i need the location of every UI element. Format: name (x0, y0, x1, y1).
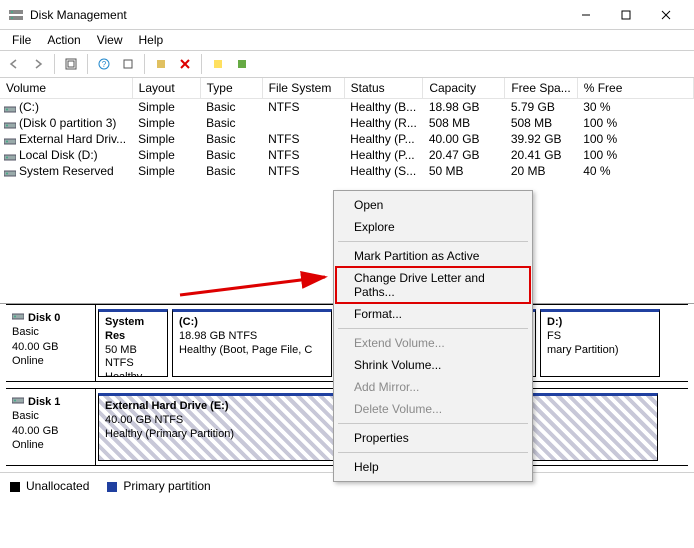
col-volume[interactable]: Volume (0, 78, 132, 99)
drive-icon (4, 135, 16, 145)
table-row[interactable]: External Hard Driv...SimpleBasicNTFSHeal… (0, 131, 694, 147)
col-fs[interactable]: File System (262, 78, 344, 99)
action-icon[interactable] (151, 54, 171, 74)
ctx-delete: Delete Volume... (336, 398, 530, 420)
disk-info[interactable]: Disk 1Basic40.00 GBOnline (6, 389, 96, 465)
drive-icon (4, 151, 16, 161)
disk-icon (12, 311, 24, 325)
ctx-shrink[interactable]: Shrink Volume... (336, 354, 530, 376)
partition[interactable]: System Res50 MB NTFSHealthy (Sys (98, 309, 168, 377)
ctx-properties[interactable]: Properties (336, 427, 530, 449)
col-type[interactable]: Type (200, 78, 262, 99)
table-row[interactable]: Local Disk (D:)SimpleBasicNTFSHealthy (P… (0, 147, 694, 163)
ctx-explore[interactable]: Explore (336, 216, 530, 238)
col-layout[interactable]: Layout (132, 78, 200, 99)
col-capacity[interactable]: Capacity (423, 78, 505, 99)
back-icon[interactable] (4, 54, 24, 74)
col-free[interactable]: Free Spa... (505, 78, 577, 99)
table-row[interactable]: (C:)SimpleBasicNTFSHealthy (B...18.98 GB… (0, 99, 694, 116)
drive-icon (4, 119, 16, 129)
properties-icon[interactable] (232, 54, 252, 74)
menu-action[interactable]: Action (39, 31, 88, 49)
context-menu: Open Explore Mark Partition as Active Ch… (333, 190, 533, 482)
column-headers[interactable]: Volume Layout Type File System Status Ca… (0, 78, 694, 99)
settings-icon[interactable] (118, 54, 138, 74)
table-row[interactable]: (Disk 0 partition 3)SimpleBasicHealthy (… (0, 115, 694, 131)
refresh-icon[interactable] (61, 54, 81, 74)
app-icon (8, 7, 24, 23)
toolbar: ? (0, 50, 694, 78)
ctx-format[interactable]: Format... (336, 303, 530, 325)
delete-icon[interactable] (175, 54, 195, 74)
legend-primary: Primary partition (107, 479, 210, 493)
disk-info[interactable]: Disk 0Basic40.00 GBOnline (6, 305, 96, 381)
maximize-button[interactable] (606, 1, 646, 29)
col-status[interactable]: Status (344, 78, 423, 99)
menu-file[interactable]: File (4, 31, 39, 49)
partition[interactable]: D:)FSmary Partition) (540, 309, 660, 377)
wizard-icon[interactable] (208, 54, 228, 74)
ctx-help[interactable]: Help (336, 456, 530, 478)
svg-text:?: ? (102, 60, 107, 69)
titlebar: Disk Management (0, 0, 694, 30)
minimize-button[interactable] (566, 1, 606, 29)
disk-icon (12, 395, 24, 409)
ctx-mark-active[interactable]: Mark Partition as Active (336, 245, 530, 267)
drive-icon (4, 167, 16, 177)
menu-help[interactable]: Help (131, 31, 172, 49)
window-title: Disk Management (30, 8, 566, 22)
menubar: File Action View Help (0, 30, 694, 50)
col-pct[interactable]: % Free (577, 78, 693, 99)
ctx-change-drive-letter[interactable]: Change Drive Letter and Paths... (336, 267, 530, 303)
drive-icon (4, 103, 16, 113)
menu-view[interactable]: View (89, 31, 131, 49)
help-icon[interactable]: ? (94, 54, 114, 74)
ctx-extend: Extend Volume... (336, 332, 530, 354)
ctx-add-mirror: Add Mirror... (336, 376, 530, 398)
legend-unallocated: Unallocated (10, 479, 89, 493)
ctx-open[interactable]: Open (336, 194, 530, 216)
close-button[interactable] (646, 1, 686, 29)
partition[interactable]: (C:)18.98 GB NTFSHealthy (Boot, Page Fil… (172, 309, 332, 377)
forward-icon[interactable] (28, 54, 48, 74)
table-row[interactable]: System ReservedSimpleBasicNTFSHealthy (S… (0, 163, 694, 179)
